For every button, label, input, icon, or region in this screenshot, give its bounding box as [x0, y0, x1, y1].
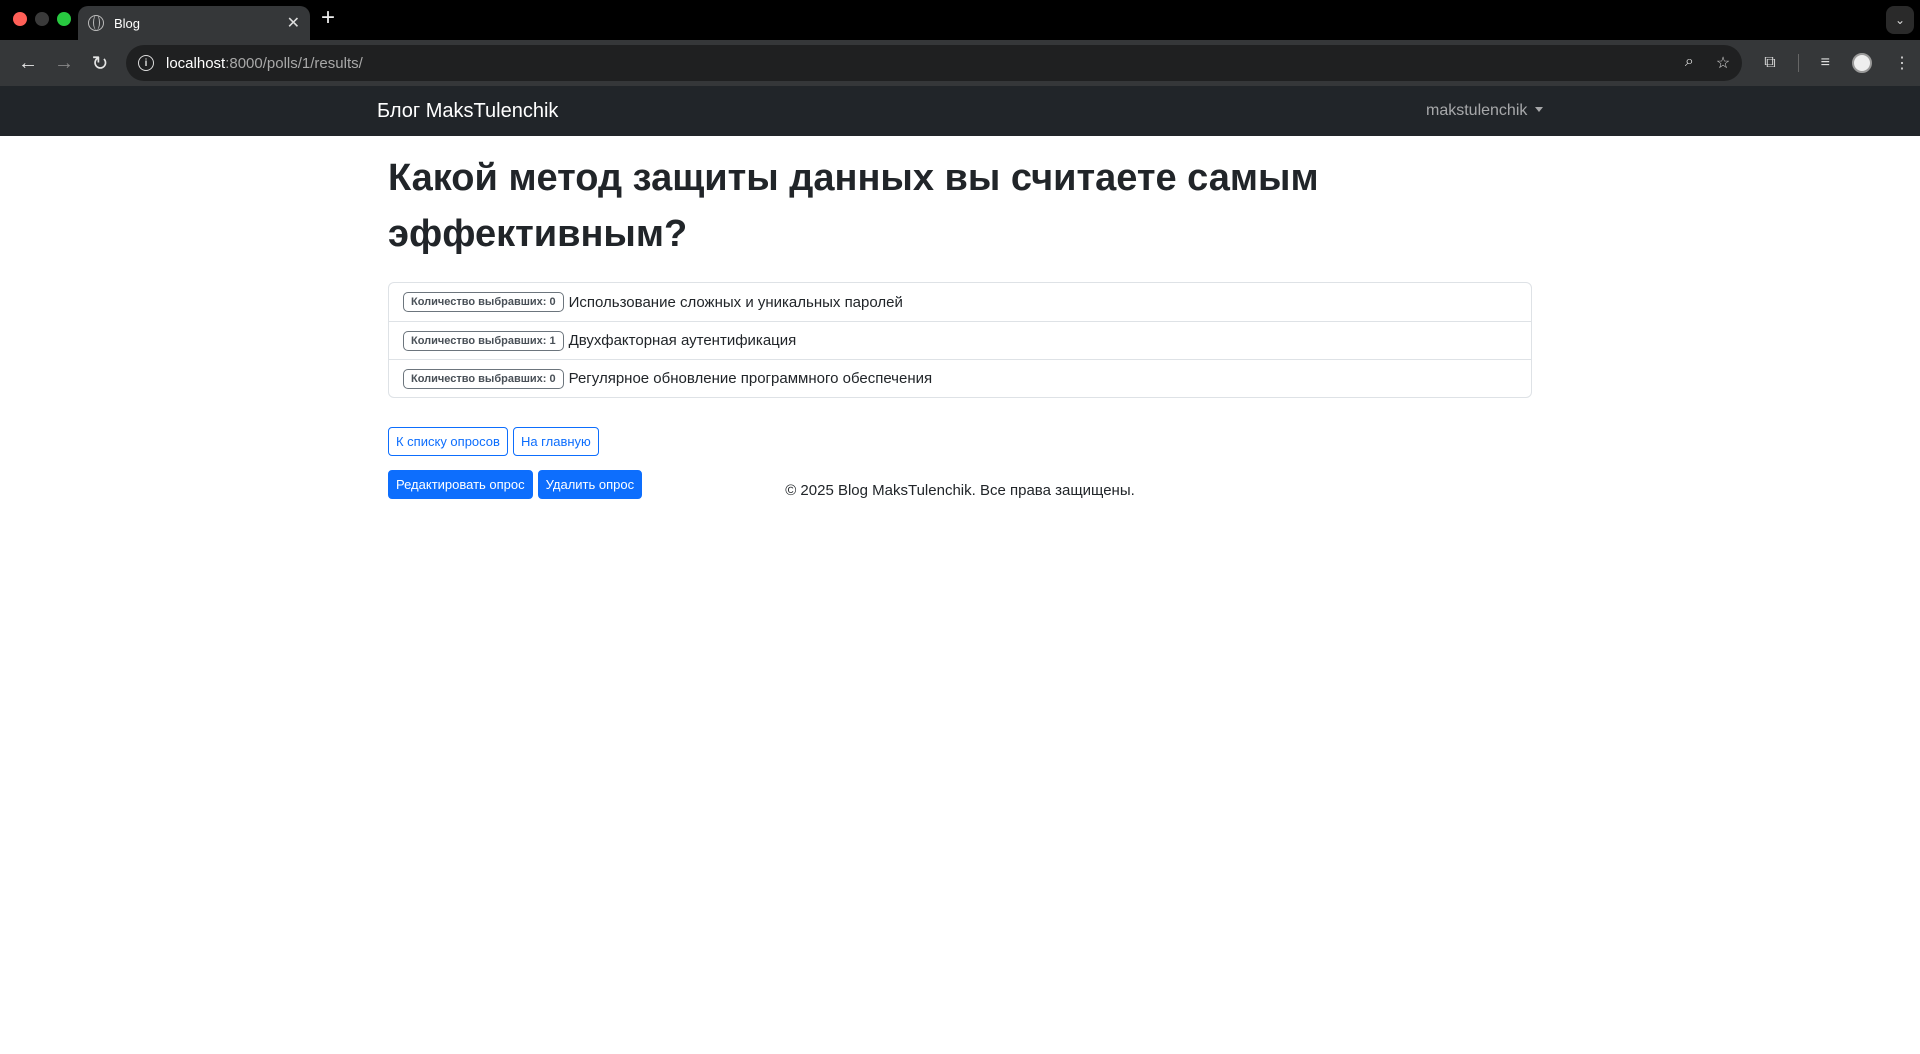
- list-item: Количество выбравших: 0 Регулярное обнов…: [389, 359, 1531, 397]
- forward-button[interactable]: →: [46, 45, 82, 81]
- choice-text: Двухфакторная аутентификация: [568, 332, 797, 349]
- choice-text: Использование сложных и уникальных парол…: [568, 293, 903, 311]
- new-tab-button[interactable]: +: [321, 6, 335, 30]
- profile-avatar[interactable]: [1852, 53, 1872, 73]
- media-control-icon[interactable]: ≡: [1821, 54, 1830, 72]
- address-bar[interactable]: i localhost:8000/polls/1/results/ ⌕ ☆: [126, 45, 1743, 81]
- vote-count-badge: Количество выбравших: 0: [403, 292, 564, 312]
- close-tab-icon[interactable]: ✕: [287, 13, 300, 33]
- globe-icon: [88, 15, 104, 31]
- window-controls: [13, 12, 71, 26]
- list-item: Количество выбравших: 0 Использование сл…: [389, 283, 1531, 321]
- tab-search-button[interactable]: ⌄: [1886, 6, 1914, 34]
- footer-copyright: © 2025 Blog MaksTulenchik. Все права защ…: [785, 482, 1135, 499]
- site-navbar: Блог MaksTulenchik makstulenchik: [0, 86, 1920, 136]
- more-menu-icon[interactable]: ⋮: [1894, 53, 1910, 73]
- choice-text: Регулярное обновление программного обесп…: [568, 370, 933, 387]
- url-path: :8000/polls/1/results/: [225, 54, 363, 72]
- site-brand-link[interactable]: Блог MaksTulenchik: [377, 86, 558, 136]
- navigation-buttons: К списку опросов На главную: [388, 427, 1532, 456]
- to-home-button[interactable]: На главную: [512, 427, 599, 456]
- to-polls-list-button[interactable]: К списку опросов: [388, 427, 508, 456]
- vote-count-badge: Количество выбравших: 0: [403, 368, 564, 389]
- close-window-button[interactable]: [13, 12, 27, 26]
- minimize-window-button[interactable]: [35, 12, 49, 26]
- info-icon[interactable]: i: [138, 55, 154, 71]
- maximize-window-button[interactable]: [57, 12, 71, 26]
- arrow-left-icon: ←: [18, 51, 38, 74]
- browser-toolbar: ← → ↻ i localhost:8000/polls/1/results/ …: [0, 40, 1920, 86]
- browser-tab[interactable]: Blog ✕: [78, 6, 310, 40]
- username: makstulenchik: [1426, 102, 1528, 119]
- reload-icon: ↻: [91, 52, 109, 75]
- user-dropdown[interactable]: makstulenchik: [1426, 86, 1544, 136]
- browser-tab-bar: Blog ✕ + ⌄: [0, 0, 1920, 40]
- arrow-right-icon: →: [54, 51, 74, 74]
- list-item: Количество выбравших: 1 Двухфакторная ау…: [389, 321, 1531, 359]
- poll-results: Какой метод защиты данных вы считаете са…: [388, 150, 1532, 499]
- tab-title: Blog: [114, 15, 141, 31]
- caret-down-icon: [1535, 107, 1544, 112]
- extensions-icon[interactable]: ⧉: [1764, 54, 1775, 72]
- bookmark-star-icon[interactable]: ☆: [1716, 53, 1730, 73]
- choice-list: Количество выбравших: 0 Использование сл…: [388, 282, 1532, 398]
- toolbar-divider: [1797, 54, 1799, 72]
- vote-count-badge: Количество выбравших: 1: [403, 330, 564, 351]
- chevron-down-icon: ⌄: [1894, 13, 1906, 27]
- url-host: localhost: [166, 54, 226, 72]
- back-button[interactable]: ←: [10, 45, 46, 81]
- reload-button[interactable]: ↻: [82, 45, 118, 81]
- page-title: Какой метод защиты данных вы считаете са…: [388, 157, 1319, 255]
- zoom-icon[interactable]: ⌕: [1685, 53, 1694, 73]
